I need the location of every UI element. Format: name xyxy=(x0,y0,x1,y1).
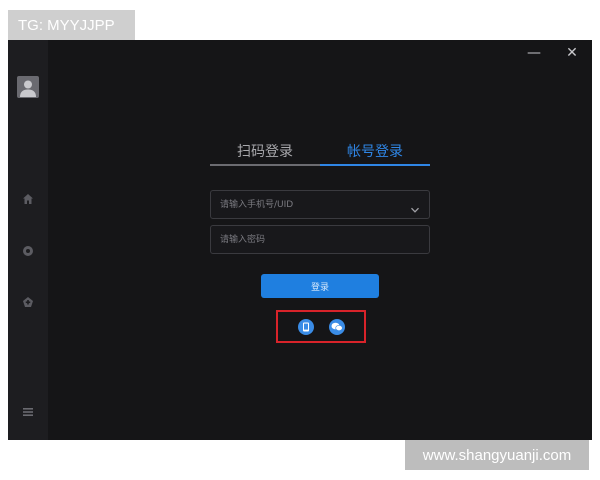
account-input[interactable] xyxy=(211,191,429,218)
login-tabs: 扫码登录 帐号登录 xyxy=(210,140,430,166)
tab-account-login[interactable]: 帐号登录 xyxy=(320,140,430,166)
tab-qr-login[interactable]: 扫码登录 xyxy=(210,140,320,166)
alt-login-highlight xyxy=(276,310,366,343)
minimize-button[interactable]: — xyxy=(522,42,546,64)
login-button[interactable]: 登录 xyxy=(261,274,379,298)
record-icon[interactable] xyxy=(8,240,48,262)
chevron-down-icon[interactable] xyxy=(410,200,420,213)
left-sidebar xyxy=(8,40,48,440)
menu-icon[interactable] xyxy=(8,401,48,423)
tg-watermark: TG: MYYJJPP xyxy=(8,10,135,41)
site-watermark: www.shangyuanji.com xyxy=(405,440,589,470)
account-field xyxy=(210,190,430,219)
avatar-icon[interactable] xyxy=(17,76,39,98)
wechat-icon[interactable] xyxy=(329,319,345,335)
home-icon[interactable] xyxy=(8,188,48,210)
gamepad-icon[interactable] xyxy=(8,291,48,313)
phone-icon[interactable] xyxy=(298,319,314,335)
password-field xyxy=(210,225,430,254)
app-window: — ✕ 扫码登录 帐号登录 登录 xyxy=(8,40,592,440)
password-input[interactable] xyxy=(211,226,429,253)
close-button[interactable]: ✕ xyxy=(560,42,584,64)
